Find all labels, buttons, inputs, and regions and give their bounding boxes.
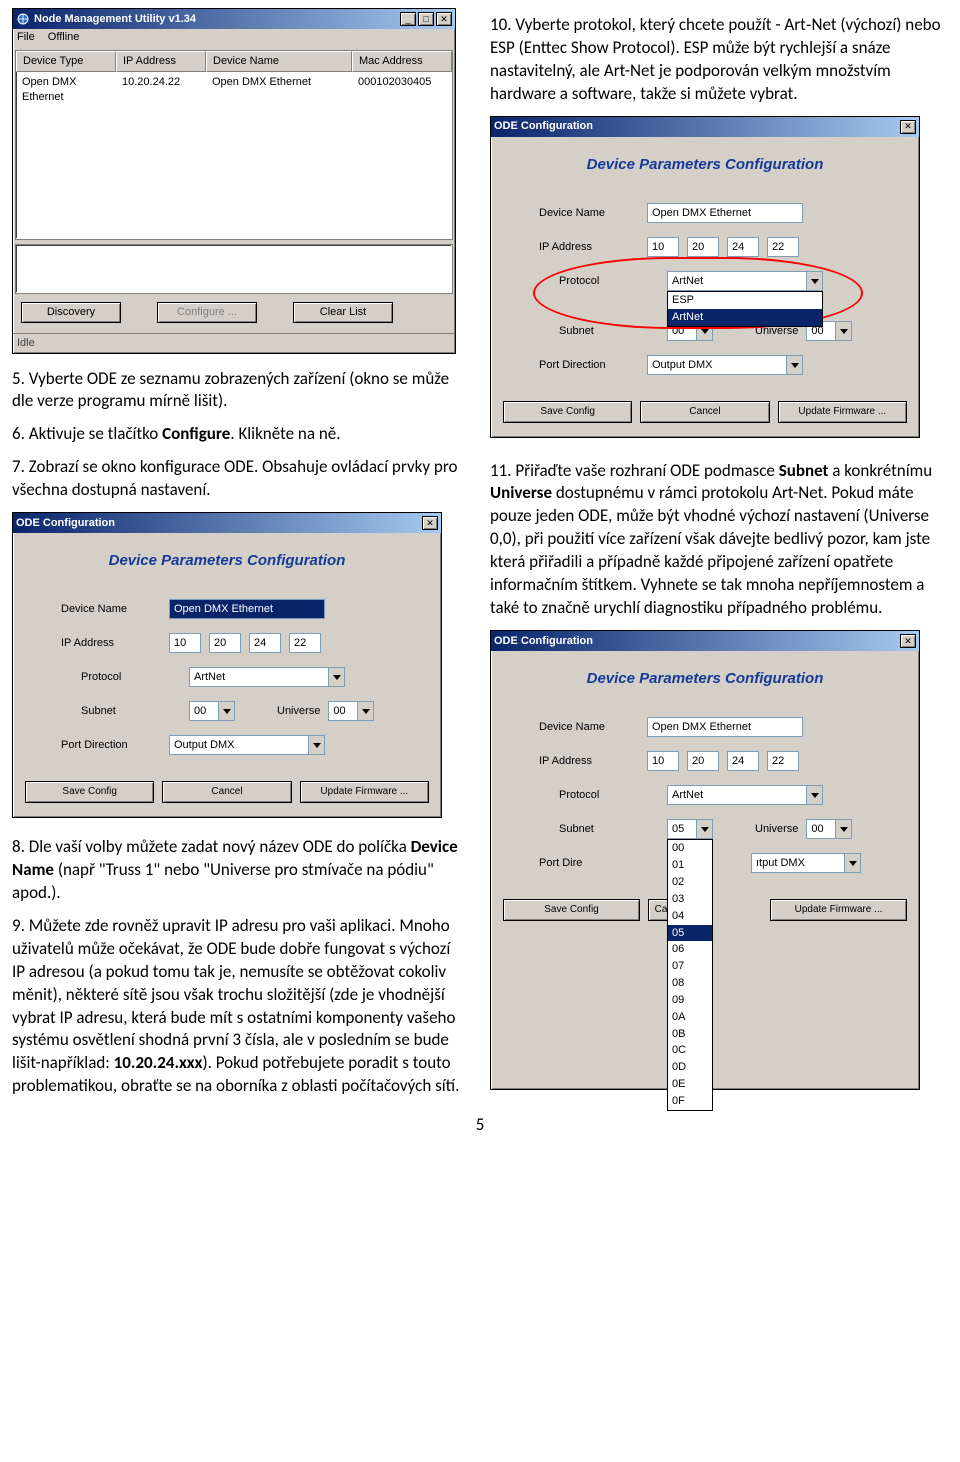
- subnet-option[interactable]: 06: [668, 941, 712, 958]
- port-direction-combo[interactable]: Output DMX: [647, 355, 803, 375]
- nmu-list-header: Device Type IP Address Device Name Mac A…: [16, 51, 452, 72]
- device-name-input[interactable]: Open DMX Ethernet: [169, 599, 325, 619]
- protocol-option-esp[interactable]: ESP: [668, 292, 822, 309]
- page-number: 5: [12, 1114, 948, 1137]
- subnet-option[interactable]: 03: [668, 891, 712, 908]
- step-6: 6. Aktivuje se tlačítko Configure. Klikn…: [12, 423, 466, 446]
- protocol-combo[interactable]: ArtNet: [189, 667, 345, 687]
- save-config-button[interactable]: Save Config: [25, 781, 154, 803]
- close-button[interactable]: ✕: [900, 634, 916, 648]
- device-name-input[interactable]: Open DMX Ethernet: [647, 203, 803, 223]
- chevron-down-icon: [328, 668, 344, 686]
- subnet-option[interactable]: 0B: [668, 1026, 712, 1043]
- maximize-button[interactable]: □: [418, 12, 434, 26]
- subnet-option[interactable]: 09: [668, 992, 712, 1009]
- nmu-menubar: File Offline: [13, 29, 455, 48]
- label-port-direction: Port Direction: [61, 738, 169, 753]
- close-button[interactable]: ✕: [900, 120, 916, 134]
- chevron-down-icon: [357, 702, 373, 720]
- protocol-combo[interactable]: ArtNet: [667, 785, 823, 805]
- subnet-option[interactable]: 04: [668, 908, 712, 925]
- update-firmware-button[interactable]: Update Firmware ...: [770, 899, 907, 921]
- col-ip[interactable]: IP Address: [116, 51, 206, 72]
- subnet-combo-open[interactable]: 05 000102030405060708090A0B0C0D0E0F: [667, 819, 713, 839]
- port-direction-combo[interactable]: Output DMX: [169, 735, 325, 755]
- chevron-down-icon: [806, 272, 822, 290]
- cell-device-type: Open DMX Ethernet: [16, 74, 116, 106]
- nmu-app-icon: [16, 12, 30, 26]
- update-firmware-button[interactable]: Update Firmware ...: [778, 401, 907, 423]
- step-5: 5. Vyberte ODE ze seznamu zobrazených za…: [12, 368, 466, 414]
- ode-config-dialog-subnet: ODE Configuration ✕ Device Parameters Co…: [490, 630, 920, 1090]
- subnet-option[interactable]: 0D: [668, 1059, 712, 1076]
- step-7: 7. Zobrazí se okno konfigurace ODE. Obsa…: [12, 456, 466, 502]
- close-button[interactable]: ✕: [422, 516, 438, 530]
- protocol-combo-open[interactable]: ArtNet ESP ArtNet: [667, 271, 823, 291]
- ode-titlebar: ODE Configuration ✕: [13, 513, 441, 533]
- subnet-option[interactable]: 02: [668, 874, 712, 891]
- subnet-combo[interactable]: 00: [189, 701, 235, 721]
- ode-title: ODE Configuration: [16, 516, 422, 531]
- nmu-device-list[interactable]: Device Type IP Address Device Name Mac A…: [15, 50, 453, 240]
- cancel-button[interactable]: Cancel: [162, 781, 291, 803]
- table-row[interactable]: Open DMX Ethernet 10.20.24.22 Open DMX E…: [16, 72, 452, 108]
- cancel-button[interactable]: Cancel: [640, 401, 769, 423]
- update-firmware-button[interactable]: Update Firmware ...: [300, 781, 429, 803]
- subnet-option[interactable]: 0E: [668, 1076, 712, 1093]
- close-button[interactable]: ✕: [436, 12, 452, 26]
- node-management-window: Node Management Utility v1.34 _ □ ✕ File…: [12, 8, 456, 354]
- subnet-option[interactable]: 05: [668, 925, 712, 942]
- cell-ip: 10.20.24.22: [116, 74, 206, 106]
- chevron-down-icon: [218, 702, 234, 720]
- subnet-option[interactable]: 0F: [668, 1093, 712, 1110]
- chevron-down-icon: [308, 736, 324, 754]
- nmu-status: Idle: [13, 333, 455, 353]
- minimize-button[interactable]: _: [400, 12, 416, 26]
- ode-heading: Device Parameters Configuration: [15, 535, 439, 591]
- ip-octet-2[interactable]: 20: [209, 633, 241, 653]
- step-9: 9. Můžete zde rovněž upravit IP adresu p…: [12, 915, 466, 1099]
- step-8: 8. Dle vaší volby můžete zadat nový náze…: [12, 836, 466, 905]
- label-universe: Universe: [277, 704, 320, 719]
- ip-octet-3[interactable]: 24: [249, 633, 281, 653]
- ip-octet-1[interactable]: 10: [169, 633, 201, 653]
- configure-button[interactable]: Configure ...: [157, 302, 257, 323]
- label-protocol: Protocol: [81, 670, 189, 685]
- nmu-title: Node Management Utility v1.34: [34, 12, 400, 27]
- cell-device-name: Open DMX Ethernet: [206, 74, 352, 106]
- label-subnet: Subnet: [81, 704, 189, 719]
- subnet-option[interactable]: 0A: [668, 1009, 712, 1026]
- col-mac[interactable]: Mac Address: [352, 51, 452, 72]
- menu-offline[interactable]: Offline: [48, 31, 80, 43]
- nmu-log-area: [15, 244, 453, 294]
- universe-combo[interactable]: 00: [806, 819, 852, 839]
- label-device-name: Device Name: [61, 602, 169, 617]
- subnet-option[interactable]: 07: [668, 958, 712, 975]
- ip-octet-4[interactable]: 22: [289, 633, 321, 653]
- col-device-type[interactable]: Device Type: [16, 51, 116, 72]
- col-device-name[interactable]: Device Name: [206, 51, 352, 72]
- subnet-option[interactable]: 08: [668, 975, 712, 992]
- subnet-option[interactable]: 00: [668, 840, 712, 857]
- label-ip: IP Address: [61, 636, 169, 651]
- universe-combo[interactable]: 00: [328, 701, 374, 721]
- clear-list-button[interactable]: Clear List: [293, 302, 393, 323]
- subnet-option[interactable]: 0C: [668, 1042, 712, 1059]
- subnet-option[interactable]: 01: [668, 857, 712, 874]
- protocol-option-artnet[interactable]: ArtNet: [668, 309, 822, 326]
- ode-config-dialog-protocol: ODE Configuration ✕ Device Parameters Co…: [490, 116, 920, 438]
- device-name-input[interactable]: Open DMX Ethernet: [647, 717, 803, 737]
- port-direction-combo[interactable]: ıtput DMX: [751, 853, 861, 873]
- nmu-titlebar: Node Management Utility v1.34 _ □ ✕: [13, 9, 455, 29]
- save-config-button[interactable]: Save Config: [503, 401, 632, 423]
- ode-config-dialog-left: ODE Configuration ✕ Device Parameters Co…: [12, 512, 442, 818]
- save-config-button[interactable]: Save Config: [503, 899, 640, 921]
- step-11: 11. Přiřaďte vaše rozhraní ODE podmasce …: [490, 460, 948, 621]
- menu-file[interactable]: File: [17, 31, 35, 43]
- discovery-button[interactable]: Discovery: [21, 302, 121, 323]
- cell-mac: 000102030405: [352, 74, 452, 106]
- step-10: 10. Vyberte protokol, který chcete použí…: [490, 14, 948, 106]
